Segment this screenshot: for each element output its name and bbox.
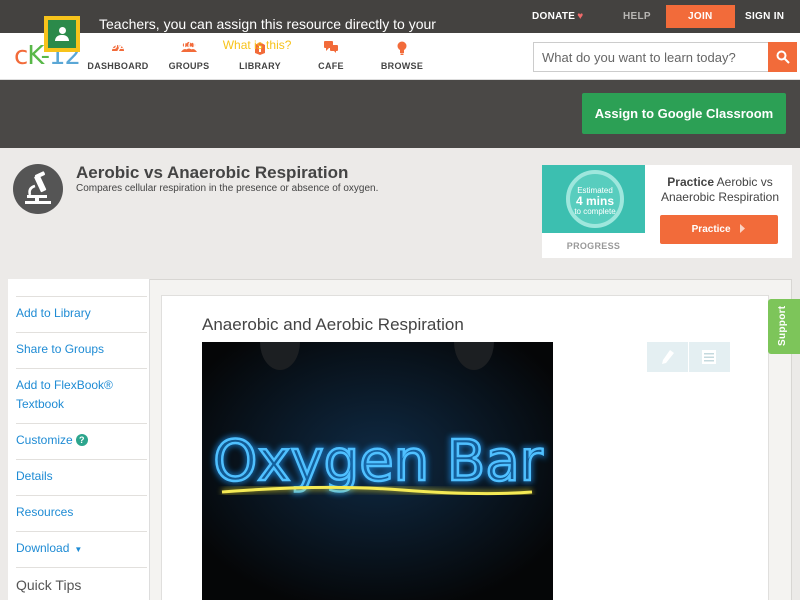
- support-label: Support: [777, 305, 788, 346]
- chevron-right-icon: [740, 224, 746, 233]
- search-input[interactable]: [534, 43, 764, 71]
- logo-c: c: [14, 41, 28, 71]
- oxygen-bar-neon-photo: Oxygen Bar Oxygen Bar: [202, 342, 553, 600]
- page-title: Aerobic vs Anaerobic Respiration: [76, 163, 349, 182]
- practice-button-label: Practice: [691, 224, 731, 235]
- search-button[interactable]: [768, 42, 797, 72]
- pencil-icon[interactable]: [661, 349, 675, 365]
- sidebar-item-details[interactable]: Details: [16, 467, 138, 485]
- search-icon: [776, 50, 790, 64]
- annotation-toolbar: [647, 342, 730, 372]
- search-box: [533, 42, 797, 72]
- practice-card: Estimated 4 mins to complete PROGRESS Pr…: [542, 165, 792, 258]
- help-link[interactable]: HELP: [623, 0, 651, 33]
- sidebar-item-customize[interactable]: Customize?: [16, 431, 138, 449]
- support-tab[interactable]: Support: [768, 299, 800, 354]
- nav-browse-label: BROWSE: [380, 61, 424, 71]
- quick-tips-heading: Quick Tips: [16, 577, 82, 593]
- content-title: Anaerobic and Aerobic Respiration: [202, 315, 464, 334]
- to-complete-label: to complete: [574, 207, 616, 216]
- donate-link[interactable]: DONATE ♥: [532, 0, 584, 33]
- nav-cafe-label: CAFE: [318, 61, 344, 71]
- what-is-this-link[interactable]: What is this?: [223, 38, 292, 52]
- sidebar-item-add-to-flexbook[interactable]: Add to FlexBook® Textbook: [16, 376, 138, 414]
- sign-in-link[interactable]: SIGN IN: [745, 0, 784, 33]
- donate-label: DONATE: [532, 11, 576, 22]
- sidebar-item-add-to-library[interactable]: Add to Library: [16, 304, 138, 322]
- logo-k: K: [27, 41, 41, 71]
- estimated-time-badge: Estimated 4 mins to complete: [566, 170, 624, 228]
- sidebar: Add to Library Share to Groups Add to Fl…: [8, 279, 150, 600]
- estimated-mins: 4 mins: [575, 194, 614, 208]
- classroom-message: Teachers, you can assign this resource d…: [99, 14, 459, 55]
- nav-dashboard-label: DASHBOARD: [87, 61, 149, 71]
- join-button[interactable]: JOIN: [666, 5, 735, 28]
- sidebar-item-share-to-groups[interactable]: Share to Groups: [16, 340, 138, 358]
- nav-library-label: LIBRARY: [239, 61, 281, 71]
- heart-icon: ♥: [577, 11, 584, 22]
- nav-groups-label: GROUPS: [168, 61, 210, 71]
- customize-label: Customize: [16, 433, 73, 447]
- notes-icon[interactable]: [702, 350, 716, 364]
- microscope-icon: [13, 164, 63, 214]
- practice-title: Practice Aerobic vs Anaerobic Respiratio…: [652, 175, 788, 205]
- caret-down-icon: ▼: [74, 545, 83, 554]
- progress-label: PROGRESS: [566, 241, 621, 251]
- assign-to-google-classroom-button[interactable]: Assign to Google Classroom: [582, 93, 786, 134]
- google-classroom-icon: [44, 16, 80, 52]
- help-icon[interactable]: ?: [75, 434, 88, 446]
- practice-thumbnail[interactable]: Estimated 4 mins to complete: [542, 165, 645, 233]
- sidebar-item-resources[interactable]: Resources: [16, 503, 138, 521]
- sidebar-item-download[interactable]: Download ▼: [16, 539, 138, 559]
- page-subtitle: Compares cellular respiration in the pre…: [76, 183, 379, 194]
- neon-sign-text: Oxygen Bar: [213, 429, 543, 494]
- download-label: Download: [16, 541, 70, 555]
- practice-button[interactable]: Practice: [660, 215, 778, 244]
- practice-title-bold: Practice: [667, 175, 714, 189]
